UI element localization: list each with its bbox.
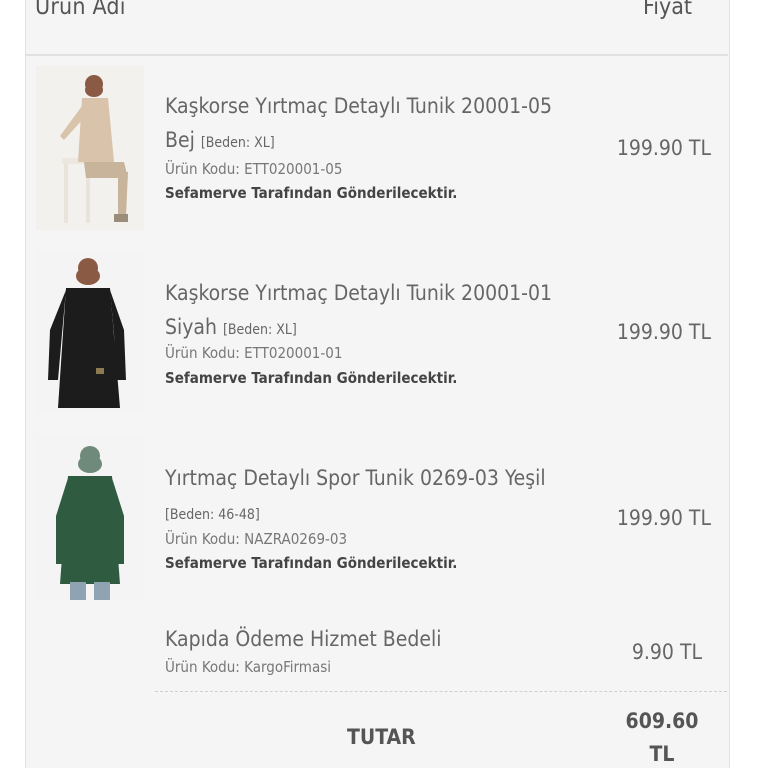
- product-price: 199.90 TL: [616, 506, 711, 530]
- service-fee-title: Kapıda Ödeme Hizmet Bedeli: [165, 627, 442, 651]
- price-column-header: Fiyat: [642, 0, 692, 20]
- product-name[interactable]: Yırtmaç Detaylı Spor Tunik 0269-03 Yeşil: [165, 466, 546, 490]
- product-price: 199.90 TL: [616, 320, 711, 344]
- total-amount: 609.60 TL: [625, 709, 699, 766]
- product-image[interactable]: [36, 66, 144, 230]
- product-image[interactable]: [36, 436, 144, 600]
- product-title[interactable]: Kaşkorse Yırtmaç Detaylı Tunik 20001-05 …: [165, 89, 585, 160]
- product-code: Ürün Kodu: ETT020001-01: [165, 344, 343, 362]
- product-code: Ürün Kodu: NAZRA0269-03: [165, 530, 348, 548]
- seller-note: Sefamerve Tarafından Gönderilecektir.: [165, 554, 458, 572]
- product-title[interactable]: Kaşkorse Yırtmaç Detaylı Tunik 20001-01 …: [165, 276, 585, 347]
- product-size: [Beden: 46-48]: [165, 507, 260, 523]
- total-label: TUTAR: [347, 725, 416, 749]
- product-photo-black-tunic-icon: [36, 250, 144, 414]
- product-title[interactable]: Yırtmaç Detaylı Spor Tunik 0269-03 Yeşil…: [165, 461, 585, 532]
- service-fee-code: Ürün Kodu: KargoFirmasi: [165, 658, 331, 676]
- product-photo-green-tunic-icon: [36, 436, 144, 600]
- seller-note: Sefamerve Tarafından Gönderilecektir.: [165, 184, 458, 202]
- product-name-column-header: Ürün Adı: [35, 0, 126, 20]
- product-price: 199.90 TL: [616, 136, 711, 160]
- product-size: [Beden: XL]: [222, 322, 297, 338]
- total-divider: [155, 691, 727, 692]
- product-photo-beige-tunic-icon: [36, 66, 144, 230]
- seller-note: Sefamerve Tarafından Gönderilecektir.: [165, 369, 458, 387]
- table-header: Ürün Adı Fiyat: [25, 0, 728, 56]
- product-image[interactable]: [36, 250, 144, 414]
- service-fee-price: 9.90 TL: [631, 640, 702, 664]
- product-code: Ürün Kodu: ETT020001-05: [165, 160, 343, 178]
- product-size: [Beden: XL]: [200, 135, 275, 151]
